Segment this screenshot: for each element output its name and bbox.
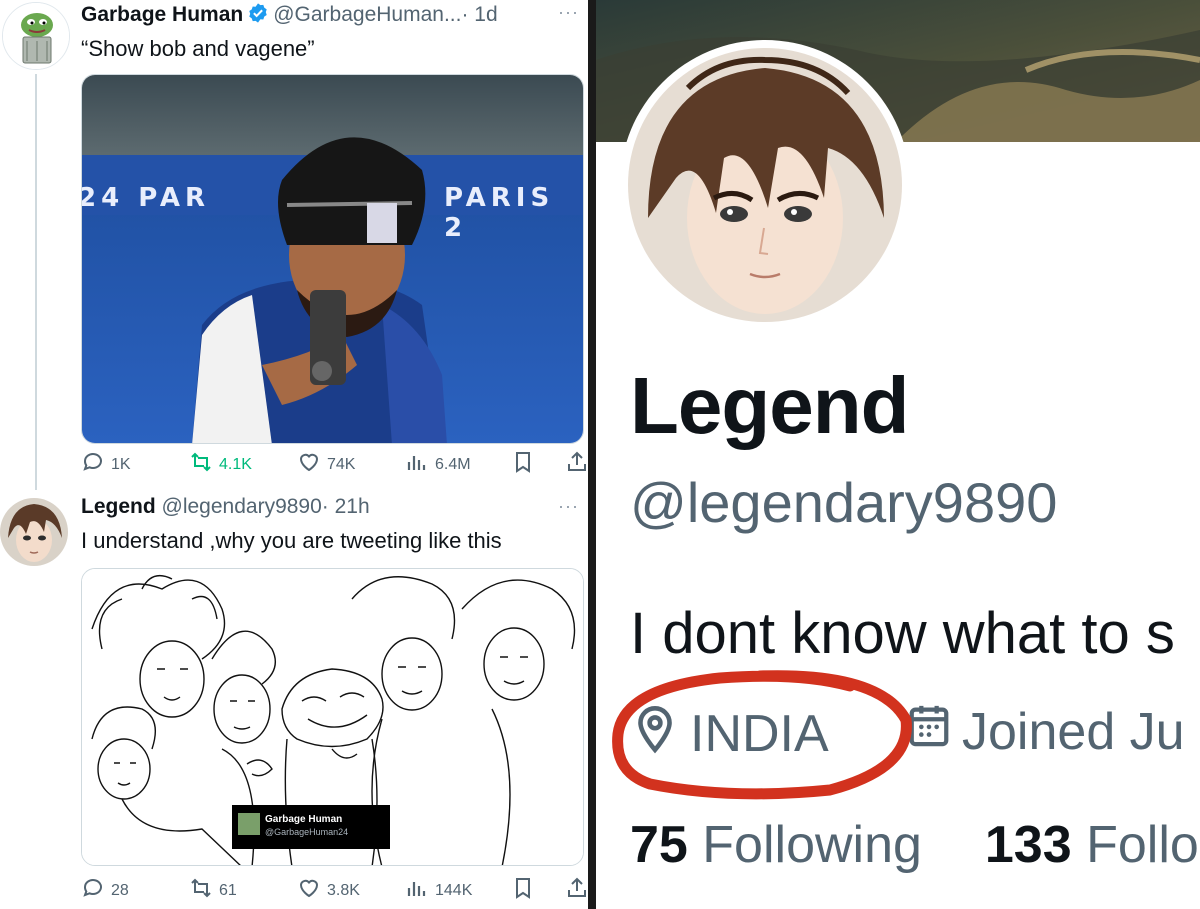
repost-button[interactable]: 4.1K	[189, 450, 252, 479]
profile-display-name: Legend	[630, 361, 909, 450]
repost-icon	[189, 876, 213, 905]
tweet2-actions: 28 61 3.8K 144K	[81, 876, 588, 906]
embedded-name: Garbage Human	[265, 814, 343, 825]
tweet1-header: Garbage Human @GarbageHuman...· 1d	[81, 2, 498, 30]
tweet1-text: “Show bob and vagene”	[81, 36, 315, 61]
views-button[interactable]: 6.4M	[405, 450, 471, 479]
banner-text-left: 24 PAR	[81, 183, 211, 213]
share-icon	[565, 450, 588, 479]
bookmark-button[interactable]	[511, 876, 535, 905]
views-icon	[405, 876, 429, 905]
like-icon	[297, 450, 321, 479]
tweet2-text: I understand ,why you are tweeting like …	[81, 528, 502, 553]
panel-divider	[588, 0, 596, 909]
thread-connector-line	[35, 74, 37, 490]
profile-panel: Legend @legendary9890 I dont know what t…	[596, 0, 1200, 909]
tweet2-header: Legend @legendary9890· 21h	[81, 495, 370, 519]
profile-location: INDIA	[630, 700, 829, 767]
banner-text-right: PARIS 2	[444, 183, 555, 243]
views-icon	[405, 450, 429, 479]
bookmark-icon	[511, 876, 535, 905]
tweet1-author-handle[interactable]: @GarbageHuman...	[273, 3, 461, 26]
tweet1-author-name[interactable]: Garbage Human	[81, 3, 243, 26]
profile-bio: I dont know what to s	[630, 601, 1175, 666]
followers-link[interactable]: 133 Follo	[985, 816, 1199, 874]
share-button[interactable]	[565, 450, 588, 479]
share-button[interactable]	[565, 876, 588, 905]
like-button[interactable]: 74K	[297, 450, 355, 479]
reply-icon	[81, 876, 105, 905]
tweet2-timestamp[interactable]: · 21h	[322, 495, 370, 518]
reply-button[interactable]: 1K	[81, 450, 131, 479]
followers-count: 133	[984, 816, 1072, 874]
repost-icon	[189, 450, 213, 479]
following-count: 75	[630, 816, 688, 874]
tweet1-actions: 1K 4.1K 74K 6.4M	[81, 450, 588, 480]
reply-count: 1K	[111, 455, 131, 473]
reply-icon	[81, 450, 105, 479]
bookmark-button[interactable]	[511, 450, 535, 479]
profile-follow-stats: 75 Following 133 Follo	[630, 815, 1199, 875]
profile-handle: @legendary9890	[630, 471, 1058, 534]
location-icon	[630, 700, 680, 767]
repost-count: 4.1K	[219, 455, 252, 473]
tweet2-photo[interactable]: Garbage Human @GarbageHuman24	[81, 568, 584, 866]
tweet2-author-handle[interactable]: @legendary9890	[162, 495, 322, 518]
like-count: 74K	[327, 455, 356, 473]
views-count: 144K	[435, 881, 473, 899]
more-icon[interactable]: ···	[558, 2, 579, 23]
more-icon[interactable]: ···	[558, 496, 579, 517]
bookmark-icon	[511, 450, 535, 479]
share-icon	[565, 876, 588, 905]
following-link[interactable]: 75 Following	[630, 816, 922, 874]
profile-joined: Joined Ju	[906, 700, 1185, 763]
views-count: 6.4M	[435, 455, 471, 473]
tweet1-timestamp[interactable]: · 1d	[461, 3, 497, 26]
tweet1-photo[interactable]: 24 PAR PARIS 2	[81, 74, 584, 444]
repost-button[interactable]: 61	[189, 876, 237, 905]
reply-count: 28	[111, 881, 129, 899]
like-count: 3.8K	[327, 881, 360, 899]
calendar-icon	[906, 700, 952, 763]
like-icon	[297, 876, 321, 905]
views-button[interactable]: 144K	[405, 876, 472, 905]
location-text: INDIA	[690, 704, 829, 763]
reply-button[interactable]: 28	[81, 876, 129, 905]
tweet2-author-name[interactable]: Legend	[81, 495, 156, 518]
like-button[interactable]: 3.8K	[297, 876, 360, 905]
tweet-thread-panel: Garbage Human @GarbageHuman...· 1d ··· “S…	[0, 0, 588, 909]
profile-avatar[interactable]	[620, 40, 910, 330]
garbage-human-avatar[interactable]	[2, 2, 70, 70]
following-label: Following	[702, 816, 922, 874]
legend-avatar[interactable]	[0, 498, 68, 566]
repost-count: 61	[219, 881, 237, 899]
embedded-handle: @GarbageHuman24	[265, 827, 349, 837]
joined-text: Joined Ju	[962, 702, 1185, 761]
verified-icon	[247, 2, 269, 30]
followers-label: Follo	[1086, 816, 1199, 874]
